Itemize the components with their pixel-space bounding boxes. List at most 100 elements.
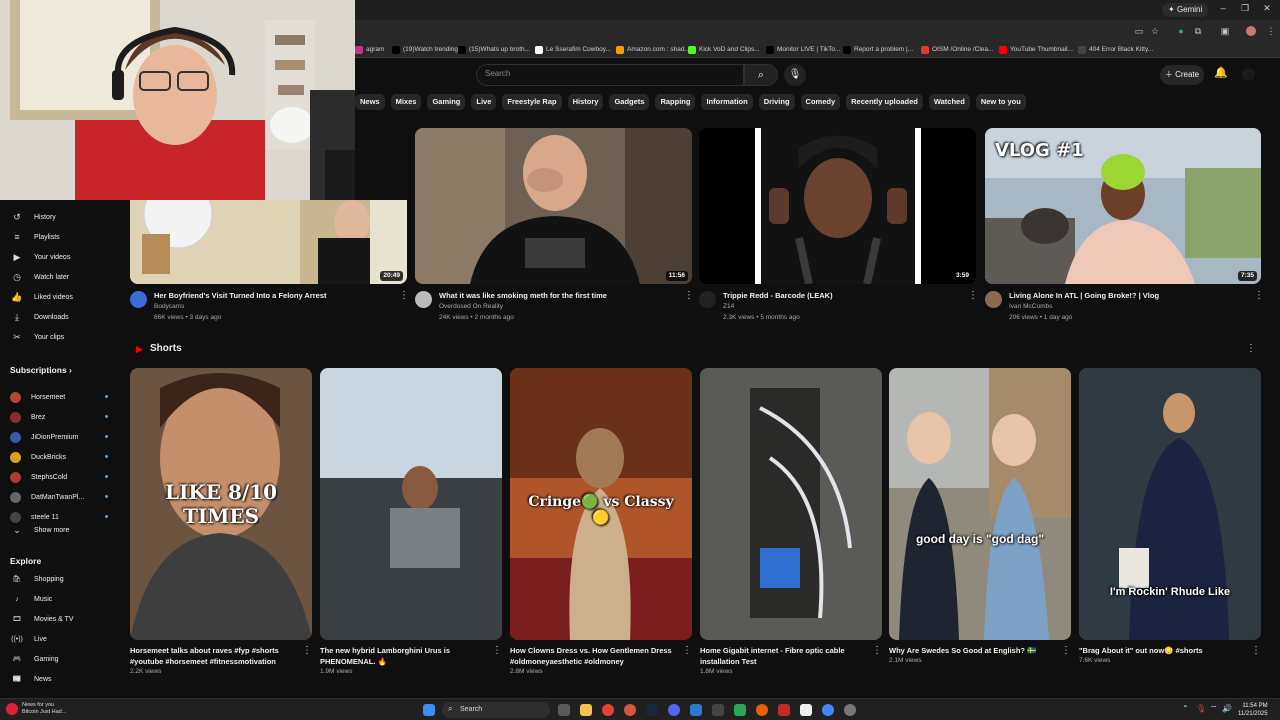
- subscription-item[interactable]: DatManTwanPl...: [10, 490, 108, 504]
- subscriptions-heading[interactable]: Subscriptions ›: [10, 365, 72, 375]
- video-thumbnail[interactable]: 11:56: [415, 128, 692, 284]
- filter-chip[interactable]: Gadgets: [609, 94, 650, 110]
- subscription-item[interactable]: StephsCold: [10, 470, 108, 484]
- bookmark-item[interactable]: Monitor LIVE | TikTo...: [766, 44, 840, 56]
- taskbar-search[interactable]: Search: [442, 702, 550, 718]
- bookmark-item[interactable]: Kick VoD and Clips...: [688, 44, 760, 56]
- short-options-icon[interactable]: ⋮: [682, 645, 692, 656]
- channel-name[interactable]: Overdosed On Reality: [439, 303, 503, 310]
- bookmark-item[interactable]: OISM /Online /Clea...: [921, 44, 993, 56]
- short-thumbnail[interactable]: I'm Rockin' Rhude Like: [1079, 368, 1261, 640]
- video-title[interactable]: Her Boyfriend's Visit Turned Into a Felo…: [154, 291, 327, 300]
- tray-chevron-icon[interactable]: ⌃: [1182, 704, 1189, 713]
- channel-name[interactable]: Bodycams: [154, 303, 184, 310]
- short-thumbnail[interactable]: LIKE 8/10 TIMES: [130, 368, 312, 640]
- channel-avatar[interactable]: [415, 291, 432, 308]
- search-button[interactable]: ⌕: [744, 64, 778, 86]
- sidebar-item[interactable]: 👍 Liked videos: [10, 290, 73, 304]
- short-title[interactable]: The new hybrid Lamborghini Urus is PHENO…: [320, 645, 490, 667]
- subscription-item[interactable]: Horsemeet: [10, 390, 108, 404]
- filter-chip[interactable]: News: [355, 94, 385, 110]
- short-thumbnail[interactable]: good day is "god dag": [889, 368, 1071, 640]
- video-title[interactable]: Trippie Redd - Barcode (LEAK): [723, 291, 833, 300]
- sidebar-item[interactable]: ▶ Your videos: [10, 250, 71, 264]
- short-thumbnail[interactable]: [320, 368, 502, 640]
- sidebar-item[interactable]: ⤓ Downloads: [10, 310, 69, 324]
- subscription-item[interactable]: steele 11: [10, 510, 108, 524]
- bookmark-item[interactable]: Amazon.com : shad...: [616, 44, 690, 56]
- notepad-icon[interactable]: [800, 704, 812, 716]
- bookmark-item[interactable]: agram: [355, 44, 384, 56]
- filter-chip[interactable]: Freestyle Rap: [502, 94, 562, 110]
- short-options-icon[interactable]: ⋮: [302, 645, 312, 656]
- short-title[interactable]: Home Gigabit internet - Fibre optic cabl…: [700, 645, 870, 667]
- search-input[interactable]: Search: [476, 64, 744, 86]
- tray-mic-icon[interactable]: 🎙: [1196, 704, 1206, 713]
- show-more-button[interactable]: ⌄ Show more: [10, 523, 69, 537]
- filter-chip[interactable]: Mixes: [390, 94, 422, 110]
- video-thumbnail[interactable]: 20:49: [130, 200, 407, 284]
- app-icon[interactable]: [734, 704, 746, 716]
- news-widget-icon[interactable]: [6, 703, 18, 715]
- extension-icon[interactable]: ●: [1176, 26, 1186, 36]
- sidepanel-icon[interactable]: ▣: [1220, 26, 1230, 36]
- subscription-item[interactable]: JiDionPremium: [10, 430, 108, 444]
- short-options-icon[interactable]: ⋮: [872, 645, 882, 656]
- channel-name[interactable]: Z14: [723, 303, 734, 310]
- app-icon[interactable]: [778, 704, 790, 716]
- bookmark-item[interactable]: Le Sserafim Cowboy...: [535, 44, 611, 56]
- wifi-icon[interactable]: ⌔: [1210, 704, 1218, 714]
- minimize-button[interactable]: –: [1216, 3, 1230, 13]
- channel-avatar[interactable]: [130, 291, 147, 308]
- filter-chip[interactable]: History: [567, 94, 604, 110]
- firefox-icon[interactable]: [756, 704, 768, 716]
- sidebar-item[interactable]: ◷ Watch later: [10, 270, 69, 284]
- video-thumbnail[interactable]: VLOG #1 7:35: [985, 128, 1261, 284]
- bookmark-item[interactable]: YouTube Thumbnail...: [999, 44, 1073, 56]
- explore-item[interactable]: 🎮 Gaming: [10, 652, 59, 666]
- filter-chip[interactable]: Gaming: [427, 94, 466, 110]
- notifications-bell-icon[interactable]: 🔔: [1214, 66, 1228, 79]
- subscription-item[interactable]: Brez: [10, 410, 108, 424]
- news-widget[interactable]: News for you Bitcoin Just Had...: [22, 702, 66, 716]
- maximize-button[interactable]: ❐: [1238, 3, 1252, 14]
- sidebar-item[interactable]: ≡ Playlists: [10, 230, 59, 244]
- shorts-menu-icon[interactable]: ⋮: [1246, 343, 1256, 354]
- account-avatar[interactable]: [1242, 68, 1255, 81]
- filter-chip[interactable]: New to you: [975, 94, 1026, 110]
- short-title[interactable]: Horsemeet talks about raves #fyp #shorts…: [130, 645, 300, 667]
- short-thumbnail[interactable]: [700, 368, 882, 640]
- sidebar-item[interactable]: ↺ History: [10, 210, 56, 224]
- settings-gear-icon[interactable]: [844, 704, 856, 716]
- video-title[interactable]: What it was like smoking meth for the fi…: [439, 291, 607, 300]
- short-title[interactable]: How Clowns Dress vs. How Gentlemen Dress…: [510, 645, 680, 667]
- browser-app-icon[interactable]: [624, 704, 636, 716]
- chrome-icon[interactable]: [602, 704, 614, 716]
- explore-item[interactable]: 📰 News: [10, 672, 52, 686]
- explore-item[interactable]: 🎞 Movies & TV: [10, 612, 74, 626]
- discord-icon[interactable]: [668, 704, 680, 716]
- bookmark-item[interactable]: (15)Whats up broth...: [458, 44, 530, 56]
- bookmark-item[interactable]: Report a problem |...: [843, 44, 913, 56]
- explore-item[interactable]: ((•)) Live: [10, 632, 47, 646]
- subscription-item[interactable]: DuckBricks: [10, 450, 108, 464]
- explore-item[interactable]: 🛍 Shopping: [10, 572, 64, 586]
- close-button[interactable]: ✕: [1260, 3, 1274, 14]
- create-button[interactable]: ＋ Create: [1160, 65, 1204, 85]
- sidebar-item[interactable]: ✂ Your clips: [10, 330, 64, 344]
- video-title[interactable]: Living Alone In ATL | Going Broke!? | Vl…: [1009, 291, 1159, 300]
- filter-chip[interactable]: Driving: [758, 94, 795, 110]
- more-options-icon[interactable]: ⋮: [684, 290, 694, 301]
- volume-icon[interactable]: 🔊: [1222, 704, 1232, 713]
- file-explorer-icon[interactable]: [580, 704, 592, 716]
- more-options-icon[interactable]: ⋮: [399, 290, 409, 301]
- video-thumbnail[interactable]: 3:59: [699, 128, 976, 284]
- short-options-icon[interactable]: ⋮: [492, 645, 502, 656]
- app-icon[interactable]: [690, 704, 702, 716]
- filter-chip[interactable]: Rapping: [655, 94, 696, 110]
- profile-avatar-icon[interactable]: [1246, 26, 1256, 36]
- gemini-button[interactable]: ✦ Gemini: [1162, 3, 1209, 17]
- short-title[interactable]: "Brag About it" out now😳 #shorts: [1079, 645, 1249, 656]
- windows-start-icon[interactable]: [423, 704, 435, 716]
- browser-menu-icon[interactable]: ⋮: [1266, 26, 1276, 36]
